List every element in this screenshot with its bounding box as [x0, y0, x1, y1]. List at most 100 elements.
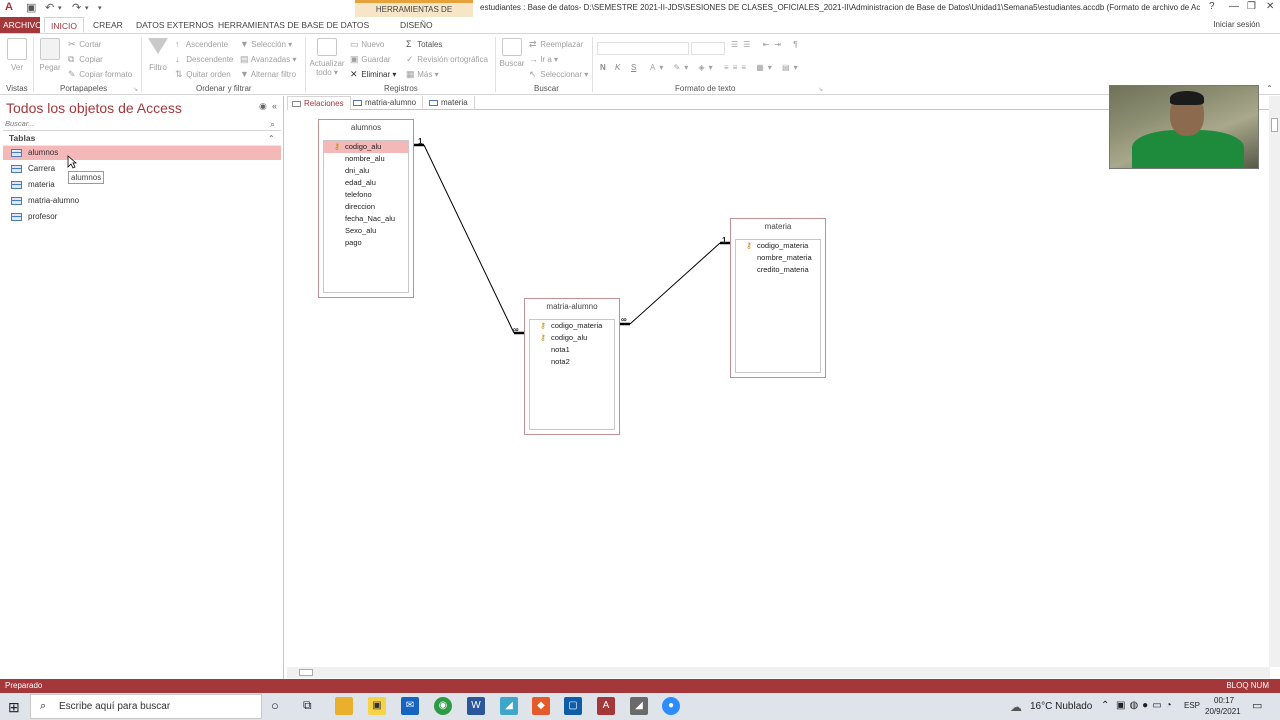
tray-icons[interactable]: ▣◍●▭◔	[1116, 700, 1176, 711]
undo-icon[interactable]: ↶	[45, 1, 54, 14]
help-button[interactable]: ?	[1209, 1, 1215, 12]
seleccion-button[interactable]: ▼ Selección ▾	[240, 39, 292, 49]
italic-button[interactable]: K	[615, 63, 620, 72]
actualizar-todo-button[interactable]: Actualizar todo ▾	[309, 38, 345, 77]
customize-toolbar-icon[interactable]: ▾	[98, 4, 102, 12]
totales-button[interactable]: Σ Totales	[406, 39, 442, 49]
restore-button[interactable]: ❐	[1247, 1, 1256, 12]
field-item[interactable]: fecha_Nac_alu	[324, 213, 408, 225]
underline-button[interactable]: S	[631, 63, 636, 72]
tab-datos-externos[interactable]: DATOS EXTERNOS	[130, 17, 220, 33]
nav-item-materia[interactable]: materia	[3, 178, 281, 192]
table-box-materia[interactable]: materia ⚷ codigo_materia nombre_materia c…	[730, 218, 826, 378]
word-icon[interactable]: W	[467, 697, 485, 715]
font-name-select[interactable]	[597, 42, 689, 55]
field-item[interactable]: edad_alu	[324, 177, 408, 189]
copiar-button[interactable]: ⧉ Copiar	[68, 54, 103, 65]
table-box-alumnos[interactable]: alumnos ⚷ codigo_alu nombre_alu dni_alu e…	[318, 119, 414, 298]
tab-herramientas-bd[interactable]: HERRAMIENTAS DE BASE DE DATOS	[212, 17, 375, 33]
revision-ortografica-button[interactable]: ✓ Revisión ortográfica	[406, 54, 488, 65]
access-icon[interactable]: A	[597, 697, 615, 715]
quitar-orden-button[interactable]: ⇅ Quitar orden	[175, 69, 231, 80]
tab-relaciones[interactable]: Relaciones	[287, 96, 351, 110]
nav-search-input[interactable]: Buscar...	[3, 119, 281, 131]
nav-item-profesor[interactable]: profesor	[3, 210, 281, 224]
table-box-matria-alumno[interactable]: matria-alumno ⚷ codigo_materia ⚷ codigo_al…	[524, 298, 620, 435]
seleccionar-button[interactable]: ↖ Seleccionar ▾	[529, 69, 588, 80]
align-buttons[interactable]: ≡≡≡ ▦▾ ▤▾	[724, 63, 802, 72]
save-icon[interactable]: ▣	[26, 1, 36, 14]
field-item[interactable]: nombre_alu	[324, 153, 408, 165]
close-button[interactable]: ✕	[1266, 1, 1274, 12]
tab-diseno[interactable]: DISEÑO	[394, 17, 439, 33]
store-icon[interactable]: ▣	[368, 697, 386, 715]
tab-matria-alumno[interactable]: matria-alumno	[349, 96, 424, 110]
app-icon[interactable]: ◢	[630, 697, 648, 715]
field-item[interactable]: ⚷ codigo_alu	[324, 141, 408, 153]
field-item[interactable]: dni_alu	[324, 165, 408, 177]
bold-button[interactable]: N	[600, 63, 606, 72]
task-view-icon[interactable]: ⧉	[303, 698, 312, 713]
descendente-button[interactable]: ↓ Descendente	[175, 54, 233, 64]
collapse-group-icon[interactable]: ⌃	[268, 134, 275, 143]
nav-title[interactable]: Todos los objetos de Access	[6, 100, 182, 116]
ascendente-button[interactable]: ↑ Ascendente	[175, 39, 228, 49]
app-icon[interactable]: ▢	[564, 697, 582, 715]
eliminar-button[interactable]: ✕ Eliminar ▾	[350, 69, 396, 80]
nuevo-button[interactable]: ▭ Nuevo	[350, 39, 384, 50]
weather-text[interactable]: 16°C Nublado	[1030, 701, 1092, 712]
clock-date[interactable]: 20/9/2021	[1205, 707, 1241, 716]
mail-icon[interactable]: ✉	[401, 697, 419, 715]
field-item[interactable]: nota2	[530, 356, 614, 368]
pegar-button[interactable]: Pegar	[38, 38, 62, 72]
filtro-button[interactable]: Filtro	[146, 38, 170, 72]
ir-a-button[interactable]: → Ir a ▾	[529, 54, 558, 64]
dialog-launcher-icon[interactable]: ↘	[133, 86, 138, 93]
field-item[interactable]: nota1	[530, 344, 614, 356]
tab-crear[interactable]: CREAR	[87, 17, 129, 33]
sign-in-link[interactable]: Iniciar sesión	[1213, 20, 1260, 29]
chrome-icon[interactable]: ◉	[434, 697, 452, 715]
field-item[interactable]: credito_materia	[736, 264, 820, 276]
tab-materia[interactable]: materia	[425, 96, 475, 110]
field-item[interactable]: pago	[324, 237, 408, 249]
cortar-button[interactable]: ✂ Cortar	[68, 39, 101, 50]
ver-button[interactable]: Ver	[4, 38, 30, 72]
redo-icon[interactable]: ↷	[72, 1, 81, 14]
windows-start-icon[interactable]: ⊞	[8, 699, 20, 716]
nav-item-alumnos[interactable]: alumnos	[3, 146, 281, 160]
vertical-scrollbar[interactable]	[1269, 96, 1280, 667]
dialog-launcher-icon[interactable]: ↘	[818, 86, 823, 93]
nav-collapse-icon[interactable]: «	[272, 101, 277, 111]
undo-dropdown-icon[interactable]: ▾	[58, 4, 62, 12]
field-item[interactable]: ⚷ codigo_alu	[530, 332, 614, 344]
tab-archivo[interactable]: ARCHIVO	[0, 17, 42, 33]
taskbar-search-input[interactable]: Escribe aquí para buscar	[30, 694, 262, 719]
tray-expand-icon[interactable]: ⌃	[1101, 700, 1109, 711]
list-buttons[interactable]: ☰☰ ⇤⇥ ¶	[731, 40, 803, 49]
field-item[interactable]: Sexo_alu	[324, 225, 408, 237]
field-item[interactable]: ⚷ codigo_materia	[736, 240, 820, 252]
scroll-thumb[interactable]	[1271, 118, 1278, 132]
buscar-button[interactable]: Buscar	[499, 38, 525, 68]
alternar-filtro-button[interactable]: ▼ Alternar filtro	[240, 69, 296, 79]
field-item[interactable]: nombre_materia	[736, 252, 820, 264]
redo-dropdown-icon[interactable]: ▾	[85, 4, 89, 12]
collapse-ribbon-icon[interactable]: ⌃	[1266, 84, 1273, 93]
field-item[interactable]: ⚷ codigo_materia	[530, 320, 614, 332]
zoom-icon[interactable]: ●	[662, 697, 680, 715]
cortana-icon[interactable]: ○	[271, 698, 279, 713]
field-item[interactable]: telefono	[324, 189, 408, 201]
horizontal-scrollbar[interactable]	[287, 667, 1270, 678]
notifications-icon[interactable]: ▭	[1252, 699, 1262, 712]
font-color-buttons[interactable]: A▾ ✎▾ ◈▾	[650, 63, 717, 72]
relationships-canvas[interactable]: 1 ∞ ∞ 1 alumnos ⚷ codigo_alu nombre_alu d…	[287, 110, 1270, 667]
nav-item-carrera[interactable]: Carrera	[3, 162, 281, 176]
tab-inicio[interactable]: INICIO	[44, 17, 84, 33]
avanzadas-button[interactable]: ▤ Avanzadas ▾	[240, 54, 296, 65]
pdf-icon[interactable]: ◆	[532, 697, 550, 715]
app-icon[interactable]: ◢	[500, 697, 518, 715]
reemplazar-button[interactable]: ⇄ Reemplazar	[529, 39, 583, 50]
search-icon[interactable]: ⌕	[270, 119, 275, 130]
nav-group-tablas[interactable]: Tablas	[3, 133, 281, 146]
